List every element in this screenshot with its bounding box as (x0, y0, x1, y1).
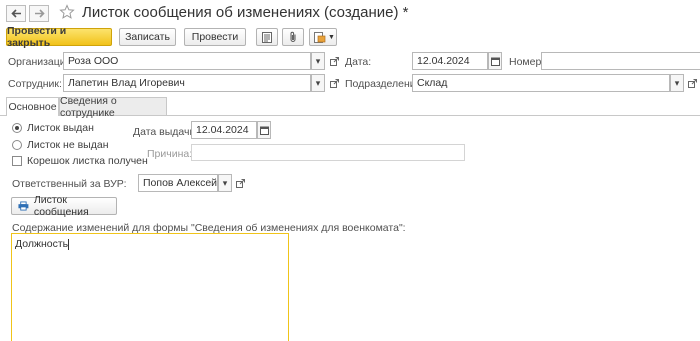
forward-button[interactable] (29, 5, 49, 22)
employee-label: Сотрудник: (8, 78, 62, 90)
issue-date-field[interactable]: 12.04.2024 (191, 121, 257, 139)
chevron-down-icon: ▾ (315, 55, 321, 66)
responsible-open-button[interactable] (234, 174, 246, 192)
stub-received-checkbox[interactable] (12, 156, 22, 166)
issue-date-label: Дата выдачи: (133, 126, 199, 138)
radio-issued-label: Листок выдан (27, 122, 94, 134)
text-cursor (68, 238, 70, 250)
page-title: Листок сообщения об изменениях (создание… (82, 4, 409, 21)
open-link-icon (235, 178, 245, 188)
responsible-label: Ответственный за ВУР: (12, 178, 127, 190)
report-icon (262, 31, 272, 43)
print-notice-button[interactable]: Листок сообщения (11, 194, 117, 218)
tab-employee-info[interactable]: Сведения о сотруднике (59, 95, 167, 119)
organization-dropdown-button[interactable]: ▾ (311, 52, 325, 70)
printer-icon (18, 201, 29, 211)
paperclip-icon (290, 31, 296, 42)
favorite-star-button[interactable] (59, 4, 77, 22)
department-field[interactable]: Склад (412, 74, 670, 92)
organization-open-button[interactable] (327, 52, 341, 70)
chevron-down-icon: ▾ (674, 77, 680, 88)
tab-main[interactable]: Основное (6, 97, 59, 116)
department-dropdown-button[interactable]: ▾ (670, 74, 684, 92)
print-icon (314, 31, 326, 43)
department-open-button[interactable] (686, 74, 698, 92)
number-field[interactable] (541, 52, 700, 70)
date-calendar-button[interactable] (488, 52, 502, 70)
attach-file-button[interactable] (282, 28, 304, 46)
employee-dropdown-button[interactable]: ▾ (311, 74, 325, 92)
chevron-down-icon: ▾ (222, 177, 228, 188)
save-button[interactable]: Записать (119, 28, 176, 46)
organization-field[interactable]: Роза ООО (63, 52, 311, 70)
number-label: Номер: (509, 56, 545, 68)
radio-not-issued[interactable] (12, 140, 22, 150)
calendar-icon (490, 57, 500, 66)
print-menu-button[interactable]: ▼ (309, 28, 337, 46)
chevron-down-icon: ▾ (315, 77, 321, 88)
stub-received-label: Корешок листка получен (27, 155, 148, 167)
employee-field[interactable]: Лапетин Влад Игоревич (63, 74, 311, 92)
radio-not-issued-label: Листок не выдан (27, 139, 109, 151)
calendar-icon (259, 126, 269, 135)
open-link-icon (329, 78, 339, 88)
post-and-close-button[interactable]: Провести и закрыть (6, 25, 112, 49)
content-textarea[interactable]: Должность (11, 233, 289, 341)
employee-open-button[interactable] (327, 74, 341, 92)
reason-field[interactable] (191, 144, 465, 161)
star-icon (59, 4, 75, 19)
issue-date-calendar-button[interactable] (257, 121, 271, 139)
post-button[interactable]: Провести (184, 28, 246, 46)
report-button[interactable] (256, 28, 278, 46)
radio-issued[interactable] (12, 123, 22, 133)
back-button[interactable] (6, 5, 26, 22)
arrow-right-icon (34, 9, 45, 18)
print-notice-button-label: Листок сообщения (33, 194, 89, 218)
arrow-left-icon (10, 9, 21, 18)
chevron-down-icon: ▼ (328, 33, 335, 41)
date-field[interactable]: 12.04.2024 (412, 52, 488, 70)
reason-label: Причина: (147, 148, 193, 160)
responsible-field[interactable]: Попов Алексей Викторови (138, 174, 218, 192)
open-link-icon (329, 56, 339, 66)
content-text: Должность (15, 238, 69, 250)
date-label: Дата: (345, 56, 372, 68)
responsible-dropdown-button[interactable]: ▾ (218, 174, 232, 192)
open-link-icon (687, 78, 697, 88)
